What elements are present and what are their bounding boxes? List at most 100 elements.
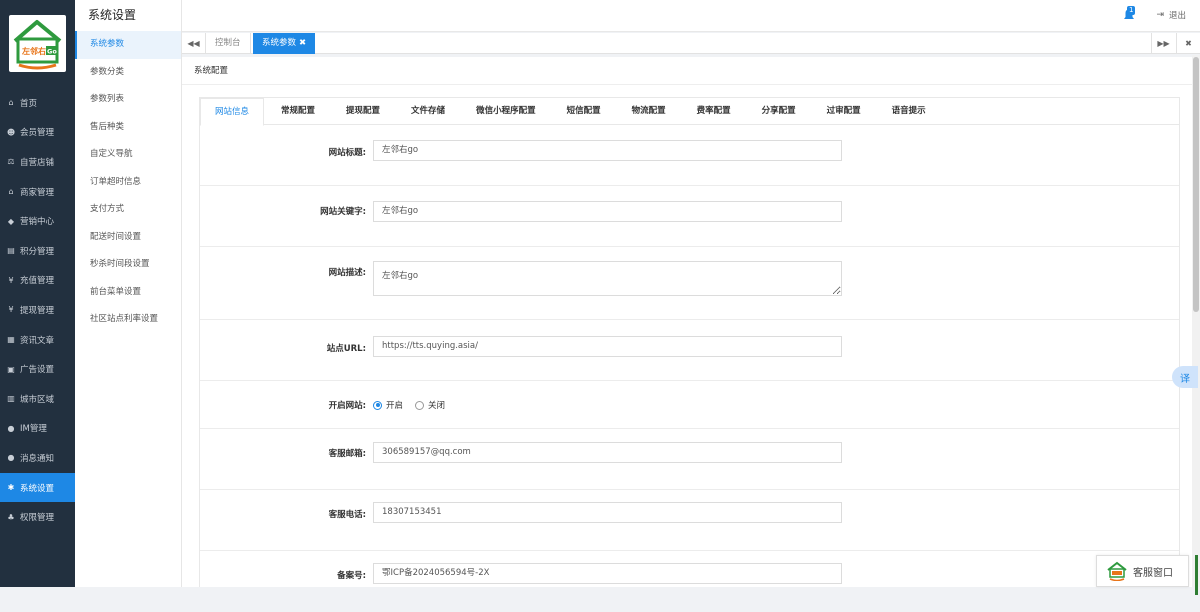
site-open-radio-group: 开启 关闭: [373, 399, 457, 411]
form-row-icp: 备案号: 鄂ICP备2024056594号-2X: [200, 552, 1179, 612]
nav-item-8[interactable]: ▦ 资讯文章: [0, 325, 75, 355]
panel-title: 系统配置: [182, 57, 1192, 85]
site-title-label: 网站标题:: [328, 148, 366, 158]
subnav-item-7[interactable]: 配送时间设置: [75, 224, 181, 252]
radio-open[interactable]: 开启: [373, 399, 403, 411]
tabs-prev-button[interactable]: ◀◀: [182, 33, 206, 54]
image-icon: ▣: [7, 364, 15, 374]
sitemap-icon: ♣: [7, 512, 15, 522]
subnav-item-1[interactable]: 参数分类: [75, 59, 181, 87]
form-tab-6[interactable]: 物流配置: [618, 98, 680, 125]
site-open-label: 开启网站:: [328, 401, 366, 411]
form-row-site-keywords: 网站关键字: 左邻右go: [200, 187, 1179, 247]
radio-close-label: 关闭: [428, 401, 446, 411]
page-tabs: ◀◀ 控制台 系统参数 ✖ ▶▶ ✖: [182, 33, 1200, 54]
nav-item-label: 权限管理: [20, 513, 55, 524]
nav-item-1[interactable]: ☻ 会员管理: [0, 118, 75, 148]
subnav-item-10[interactable]: 社区站点利率设置: [75, 306, 181, 334]
scrollbar-thumb[interactable]: [1193, 57, 1199, 312]
form-tab-9[interactable]: 过审配置: [813, 98, 875, 125]
form-row-site-open: 开启网站: 开启 关闭: [200, 382, 1179, 429]
nav-item-3[interactable]: ⌂ 商家管理: [0, 177, 75, 207]
icp-input[interactable]: 鄂ICP备2024056594号-2X: [373, 563, 842, 584]
nav-item-label: 消息通知: [20, 453, 55, 464]
nav-item-14[interactable]: ♣ 权限管理: [0, 502, 75, 532]
subnav-item-5[interactable]: 订单超时信息: [75, 169, 181, 197]
nav-item-6[interactable]: ¥ 充值管理: [0, 266, 75, 296]
nav-item-11[interactable]: ● IM管理: [0, 414, 75, 444]
form-tab-4[interactable]: 微信小程序配置: [462, 98, 550, 125]
nav-item-label: 资讯文章: [20, 335, 55, 346]
nav-item-label: 商家管理: [20, 187, 55, 198]
nav-item-12[interactable]: ● 消息通知: [0, 443, 75, 473]
sub-sidebar: 系统设置 系统参数 参数分类 参数列表 售后种类 自定义导航 订单超时信息 支付方式 配送时间…: [75, 0, 182, 587]
subnav-item-2[interactable]: 参数列表: [75, 86, 181, 114]
scroll-indicator: [1195, 555, 1198, 595]
nav-item-5[interactable]: ▤ 积分管理: [0, 236, 75, 266]
chat-icon: ●: [7, 423, 15, 433]
subnav-item-8[interactable]: 秒杀时间段设置: [75, 251, 181, 279]
subnav-item-3[interactable]: 售后种类: [75, 114, 181, 142]
site-title-input[interactable]: 左邻右go: [373, 140, 842, 161]
tabs-close-button[interactable]: ✖: [1176, 33, 1200, 54]
tab-close-icon[interactable]: ✖: [299, 38, 306, 48]
service-email-input[interactable]: 306589157@qq.com: [373, 442, 842, 463]
nav-item-4[interactable]: ◆ 营销中心: [0, 206, 75, 236]
translate-button[interactable]: 译: [1172, 366, 1198, 388]
brand-logo[interactable]: 左邻右 Go: [9, 15, 66, 72]
form-tab-2[interactable]: 提现配置: [332, 98, 394, 125]
scale-icon: ⚖: [7, 157, 15, 167]
customer-service-label: 客服窗口: [1133, 567, 1173, 579]
site-keywords-label: 网站关键字:: [320, 207, 366, 217]
subnav-list: 系统参数 参数分类 参数列表 售后种类 自定义导航 订单超时信息 支付方式 配送时间设置 秒杀时…: [75, 31, 181, 334]
site-url-input[interactable]: https://tts.quying.asia/: [373, 336, 842, 357]
nav-item-10[interactable]: ▥ 城市区域: [0, 384, 75, 414]
main-sidebar: 左邻右 Go ⌂ 首页 ☻ 会员管理 ⚖ 自营店铺 ⌂ 商家管理 ◆ 营销中心 ▤ 积分管理 ¥ 充值管理…: [0, 0, 75, 587]
radio-checked-icon: [373, 400, 382, 410]
form-tab-3[interactable]: 文件存储: [397, 98, 459, 125]
subnav-item-9[interactable]: 前台菜单设置: [75, 279, 181, 307]
site-keywords-input[interactable]: 左邻右go: [373, 201, 842, 222]
subnav-item-0[interactable]: 系统参数: [75, 31, 181, 59]
form-row-site-title: 网站标题: 左邻右go: [200, 126, 1179, 186]
form-tab-1[interactable]: 常规配置: [267, 98, 329, 125]
form-tab-5[interactable]: 短信配置: [553, 98, 615, 125]
nav-item-7[interactable]: ¥ 提现管理: [0, 295, 75, 325]
svg-text:Go: Go: [47, 48, 57, 56]
page-scrollbar[interactable]: [1192, 55, 1200, 595]
site-desc-label: 网站描述:: [328, 268, 366, 278]
icp-label: 备案号:: [337, 571, 366, 581]
tab-system-params[interactable]: 系统参数 ✖: [253, 33, 316, 54]
service-phone-input[interactable]: 18307153451: [373, 502, 842, 523]
site-desc-textarea[interactable]: 左邻右go: [373, 261, 842, 296]
tab-dashboard[interactable]: 控制台: [206, 33, 251, 54]
customer-service-button[interactable]: 客服窗口: [1096, 555, 1189, 587]
form-row-service-email: 客服邮箱: 306589157@qq.com: [200, 430, 1179, 490]
nav-item-label: 城市区域: [20, 394, 55, 405]
nav-item-9[interactable]: ▣ 广告设置: [0, 354, 75, 384]
map-icon: ▥: [7, 394, 15, 404]
tabs-next-button[interactable]: ▶▶: [1151, 33, 1175, 54]
radio-close[interactable]: 关闭: [415, 399, 445, 411]
form-tab-10[interactable]: 语音提示: [878, 98, 940, 125]
config-panel: 系统配置 网站信息 常规配置 提现配置 文件存储 微信小程序配置 短信配置 物流配置 费率配置…: [182, 57, 1192, 587]
service-phone-label: 客服电话:: [328, 510, 366, 520]
nav-item-label: 会员管理: [20, 128, 55, 139]
logout-button[interactable]: ⇥ 退出: [1156, 9, 1186, 21]
nav-item-0[interactable]: ⌂ 首页: [0, 88, 75, 118]
home-icon: ⌂: [8, 98, 14, 108]
nav-item-label: 系统设置: [20, 483, 55, 494]
radio-open-label: 开启: [386, 401, 404, 411]
nav-item-13[interactable]: ✱ 系统设置: [0, 472, 75, 503]
nav-item-2[interactable]: ⚖ 自营店铺: [0, 147, 75, 177]
subnav-item-6[interactable]: 支付方式: [75, 196, 181, 224]
config-form: 网站信息 常规配置 提现配置 文件存储 微信小程序配置 短信配置 物流配置 费率配置 分享配置过…: [199, 97, 1180, 587]
notification-button[interactable]: 1: [1122, 6, 1136, 21]
yen-icon: ¥: [8, 305, 14, 315]
tag-icon: ◆: [7, 216, 15, 226]
nav-item-label: 充值管理: [20, 276, 55, 287]
form-tab-8[interactable]: 分享配置: [748, 98, 810, 125]
form-tab-0[interactable]: 网站信息: [200, 98, 265, 126]
subnav-item-4[interactable]: 自定义导航: [75, 141, 181, 169]
form-tab-7[interactable]: 费率配置: [683, 98, 745, 125]
